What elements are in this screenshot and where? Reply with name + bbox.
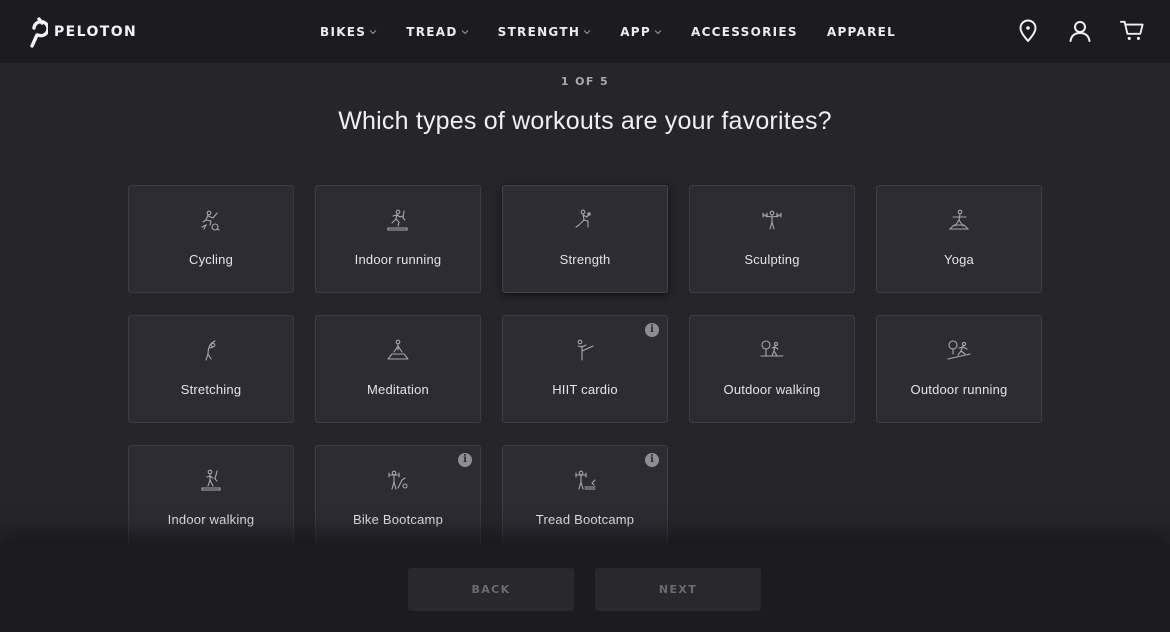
hiit-kick-icon [577, 339, 594, 361]
nav-apparel-label: APPAREL [826, 24, 897, 39]
option-label: Bike Bootcamp [352, 512, 444, 527]
option-hiit-cardio[interactable]: HIIT cardio i [502, 315, 668, 423]
option-outdoor-walking[interactable]: Outdoor walking [689, 315, 855, 423]
nav-strength[interactable]: STRENGTH [498, 25, 592, 39]
option-label: Yoga [944, 252, 974, 267]
header-actions [1016, 18, 1144, 44]
question-title: Which types of workouts are your favorit… [338, 107, 832, 135]
nav-app[interactable]: APP [620, 25, 662, 39]
cycling-icon [201, 210, 220, 231]
nav-strength-label: STRENGTH [497, 24, 581, 39]
peloton-logo-icon [30, 17, 48, 48]
tread-bootcamp-icon [575, 470, 596, 490]
option-label: Outdoor walking [723, 382, 821, 397]
option-cycling[interactable]: Cycling [128, 185, 294, 293]
top-navigation-bar: PELOTON BIKES TREAD STRENGTH APP ACCESSO… [0, 0, 1170, 63]
option-bike-bootcamp[interactable]: Bike Bootcamp i [315, 445, 481, 553]
location-pin-icon[interactable] [1016, 18, 1040, 44]
option-label: HIIT cardio [552, 382, 618, 397]
nav-accessories-label: ACCESSORIES [690, 24, 798, 39]
workout-options-grid: Cycling Indoor running Strength Sculptin… [128, 185, 1042, 553]
option-label: Cycling [188, 252, 234, 267]
strength-icon [575, 209, 591, 228]
nav-bikes-label: BIKES [320, 24, 367, 39]
option-label: Sculpting [744, 252, 800, 267]
nav-app-label: APP [620, 24, 651, 39]
option-label: Indoor running [354, 252, 442, 267]
yoga-icon [948, 209, 970, 230]
option-label: Tread Bootcamp [535, 512, 635, 527]
cart-icon[interactable] [1120, 18, 1144, 44]
step-indicator: 1 OF 5 [560, 75, 610, 88]
treadmill-walking-icon [201, 469, 221, 491]
main-nav: BIKES TREAD STRENGTH APP ACCESSORIES APP… [320, 0, 925, 63]
treadmill-running-icon [387, 209, 408, 231]
option-yoga[interactable]: Yoga [876, 185, 1042, 293]
option-label: Stretching [180, 382, 242, 397]
nav-accessories[interactable]: ACCESSORIES [691, 25, 798, 39]
option-meditation[interactable]: Meditation [315, 315, 481, 423]
meditation-icon [387, 339, 409, 360]
peloton-logo[interactable]: PELOTON [26, 15, 137, 49]
account-icon[interactable] [1068, 18, 1092, 44]
option-label: Outdoor running [910, 382, 1008, 397]
dumbbells-icon [762, 210, 782, 230]
bike-bootcamp-icon [388, 470, 408, 490]
nav-apparel[interactable]: APPAREL [827, 25, 896, 39]
option-strength[interactable]: Strength [502, 185, 668, 293]
option-label: Strength [559, 252, 611, 267]
back-button[interactable]: BACK [408, 568, 574, 611]
info-icon[interactable]: i [458, 453, 472, 467]
info-icon[interactable]: i [645, 453, 659, 467]
option-label: Meditation [367, 382, 429, 397]
chevron-down-icon [583, 29, 591, 34]
option-indoor-running[interactable]: Indoor running [315, 185, 481, 293]
option-tread-bootcamp[interactable]: Tread Bootcamp i [502, 445, 668, 553]
outdoor-running-icon [947, 340, 971, 360]
chevron-down-icon [369, 29, 377, 34]
chevron-down-icon [461, 29, 468, 34]
stretching-icon [205, 340, 216, 361]
nav-tread[interactable]: TREAD [406, 25, 468, 39]
quiz-footer: BACK NEXT [0, 544, 1170, 632]
next-button[interactable]: NEXT [595, 568, 761, 611]
info-icon[interactable]: i [645, 323, 659, 337]
nav-bikes[interactable]: BIKES [320, 25, 377, 39]
option-indoor-walking[interactable]: Indoor walking [128, 445, 294, 553]
chevron-down-icon [654, 29, 662, 34]
outdoor-walking-icon [760, 340, 784, 357]
brand-name: PELOTON [54, 24, 138, 40]
option-sculpting[interactable]: Sculpting [689, 185, 855, 293]
option-outdoor-running[interactable]: Outdoor running [876, 315, 1042, 423]
option-label: Indoor walking [167, 512, 255, 527]
nav-tread-label: TREAD [406, 24, 458, 39]
option-stretching[interactable]: Stretching [128, 315, 294, 423]
